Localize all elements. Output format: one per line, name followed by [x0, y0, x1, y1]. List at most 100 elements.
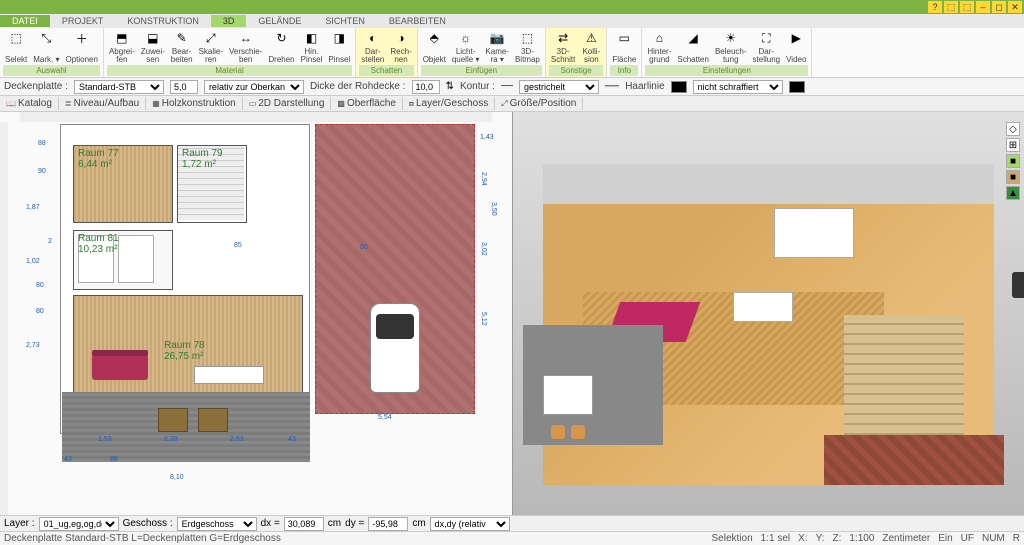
menu-tab-gelände[interactable]: GELÄNDE	[246, 15, 313, 27]
room-78[interactable]: Raum 7826,75 m²	[73, 295, 303, 395]
geschoss-select[interactable]: Erdgeschoss	[177, 517, 257, 531]
ribbon-btn[interactable]: ⬘Objekt	[421, 29, 448, 65]
ribbon-btn[interactable]: ▶Video	[784, 29, 808, 65]
ribbon-btn[interactable]: ☼Licht- quelle ▾	[450, 29, 482, 65]
ribbon-btn[interactable]: ◑Rech- nen	[388, 29, 413, 65]
status-z: Z:	[832, 533, 841, 544]
ribbon-icon: ⚠	[582, 30, 600, 46]
ribbon-label: Video	[786, 56, 806, 64]
ribbon-icon: ◧	[303, 30, 321, 46]
ribbon-btn[interactable]: ◨Pinsel	[326, 29, 352, 65]
ribbon-btn[interactable]: ◧Hin. Pinsel	[299, 29, 325, 65]
ribbon-btn[interactable]: ✎Bear- beiten	[169, 29, 195, 65]
relativ-select[interactable]: relativ zur Oberkan	[204, 80, 304, 94]
ribbon-btn[interactable]: ☀Beleuch- tung	[713, 29, 749, 65]
rohd-input[interactable]	[412, 80, 440, 94]
dim-value: 1,87	[26, 204, 40, 211]
hatch-select[interactable]: nicht schraffiert	[693, 80, 783, 94]
maximize-button[interactable]: ◻	[992, 1, 1006, 13]
tool-chip[interactable]: ⊞	[1006, 138, 1020, 152]
ribbon-btn[interactable]: ◢Schatten	[675, 29, 711, 65]
color-swatch-black[interactable]	[671, 81, 687, 93]
viewport-3d[interactable]: ◇ ⊞ ■ ■ ▲	[513, 112, 1024, 515]
ribbon-btn[interactable]: ⬚Selekt	[3, 29, 29, 65]
status-num: NUM	[982, 533, 1005, 544]
ribbon-icon: ☀	[722, 30, 740, 46]
ribbon-group-einfügen: ⬘Objekt☼Licht- quelle ▾📷Kame- ra ▾⬚3D- B…	[418, 28, 546, 77]
btn-a[interactable]: ⬚	[944, 1, 958, 13]
sub-tab[interactable]: ≣Niveau/Aufbau	[59, 97, 146, 110]
drawer-handle[interactable]	[1012, 272, 1024, 298]
group-label: Schatten	[359, 65, 413, 76]
dim-value: 85	[234, 242, 242, 249]
dx-input[interactable]	[284, 517, 324, 531]
menu-tab-3d[interactable]: 3D	[211, 15, 247, 27]
ribbon-btn[interactable]: ▭Fläche	[610, 29, 638, 65]
ribbon-btn[interactable]: ⚠Kolli- sion	[579, 29, 603, 65]
sub-tab[interactable]: ▦Holzkonstruktion	[146, 97, 242, 110]
viewport-2d[interactable]: 88 90 1,87 1,02 80 80 2,73 2 Raum 776,44…	[0, 112, 513, 515]
status-x: X:	[798, 533, 807, 544]
ribbon-btn[interactable]: ◐Dar- stellen	[359, 29, 386, 65]
dy-label: dy =	[345, 518, 364, 529]
sub-tab[interactable]: ⧈Layer/Geschoss	[403, 97, 495, 110]
kontur-select[interactable]: gestrichelt	[519, 80, 599, 94]
close-button[interactable]: ✕	[1008, 1, 1022, 13]
sub-tab[interactable]: 📖Katalog	[0, 97, 59, 110]
ribbon-label: Skalie- ren	[199, 48, 223, 64]
tab-icon: ⤢	[501, 99, 507, 109]
garage-area[interactable]	[315, 124, 475, 414]
sub-tab[interactable]: ⤢Größe/Position	[495, 97, 583, 110]
btn-b[interactable]: ⬚	[960, 1, 974, 13]
ribbon-btn[interactable]: ⛶Dar- stellung	[751, 29, 783, 65]
iso-room	[543, 172, 995, 485]
room-79[interactable]: Raum 791,72 m²	[177, 145, 247, 223]
menu-bar: DATEIPROJEKTKONSTRUKTION3DGELÄNDESICHTEN…	[0, 14, 1024, 28]
tab-label: Oberfläche	[347, 98, 396, 109]
ribbon-btn[interactable]: ↻Drehen	[266, 29, 296, 65]
menu-tab-konstruktion[interactable]: KONSTRUKTION	[115, 15, 211, 27]
ribbon-btn[interactable]: ⬓Zuwei- sen	[139, 29, 167, 65]
spinner-icon[interactable]: ⇅	[446, 81, 454, 92]
menu-tab-bearbeiten[interactable]: BEARBEITEN	[377, 15, 458, 27]
height-input[interactable]	[170, 80, 198, 94]
tool-chip[interactable]: ◇	[1006, 122, 1020, 136]
menu-tab-datei[interactable]: DATEI	[0, 15, 50, 27]
ribbon-btn[interactable]: ↔Verschie- ben	[227, 29, 264, 65]
ribbon-btn[interactable]: ＋Optionen	[63, 29, 99, 65]
ribbon-btn[interactable]: ⤢Skalie- ren	[197, 29, 225, 65]
minimize-button[interactable]: –	[976, 1, 990, 13]
tool-chip[interactable]: ■	[1006, 154, 1020, 168]
ribbon-btn[interactable]: ⬒Abgrei- fen	[107, 29, 137, 65]
menu-tab-projekt[interactable]: PROJEKT	[50, 15, 116, 27]
tool-strip-3d: ◇ ⊞ ■ ■ ▲	[1006, 122, 1022, 200]
color-swatch-2[interactable]	[789, 81, 805, 93]
tab-label: Niveau/Aufbau	[74, 98, 140, 109]
dy-input[interactable]	[368, 517, 408, 531]
dim-value: 88	[110, 456, 118, 463]
sub-tab[interactable]: ▭2D Darstellung	[243, 97, 332, 110]
ribbon-btn[interactable]: ⬚3D- Bitmap	[513, 29, 542, 65]
menu-tab-sichten[interactable]: SICHTEN	[313, 15, 377, 27]
room-81[interactable]: Raum 8110,23 m²	[73, 230, 173, 290]
room-77[interactable]: Raum 776,44 m²	[73, 145, 173, 223]
layer-select[interactable]: 01_ug,eg,og,dg	[39, 517, 119, 531]
decken-select[interactable]: Standard-STB	[74, 80, 164, 94]
haar-label: Haarlinie	[625, 81, 664, 92]
dxdy-select[interactable]: dx,dy (relativ	[430, 517, 510, 531]
ribbon-btn[interactable]: ⇄3D- Schnitt	[549, 29, 577, 65]
ribbon-btn[interactable]: ⌂Hinter- grund	[645, 29, 673, 65]
dim-value: 80	[360, 244, 368, 251]
status-ratio: 1:1 sel	[761, 533, 790, 544]
ruler-left	[0, 122, 8, 515]
help-icon[interactable]: ?	[928, 1, 942, 13]
line2-icon: ──	[605, 81, 619, 92]
tool-chip[interactable]: ▲	[1006, 186, 1020, 200]
ribbon-btn[interactable]: ⤡Mark. ▾	[31, 29, 61, 65]
tool-chip[interactable]: ■	[1006, 170, 1020, 184]
ribbon-icon: ⌂	[650, 30, 668, 46]
group-label: Material	[107, 65, 352, 76]
tab-label: Holzkonstruktion	[162, 98, 236, 109]
ribbon-btn[interactable]: 📷Kame- ra ▾	[483, 29, 511, 65]
sub-tab[interactable]: ▩Oberfläche	[331, 97, 402, 110]
